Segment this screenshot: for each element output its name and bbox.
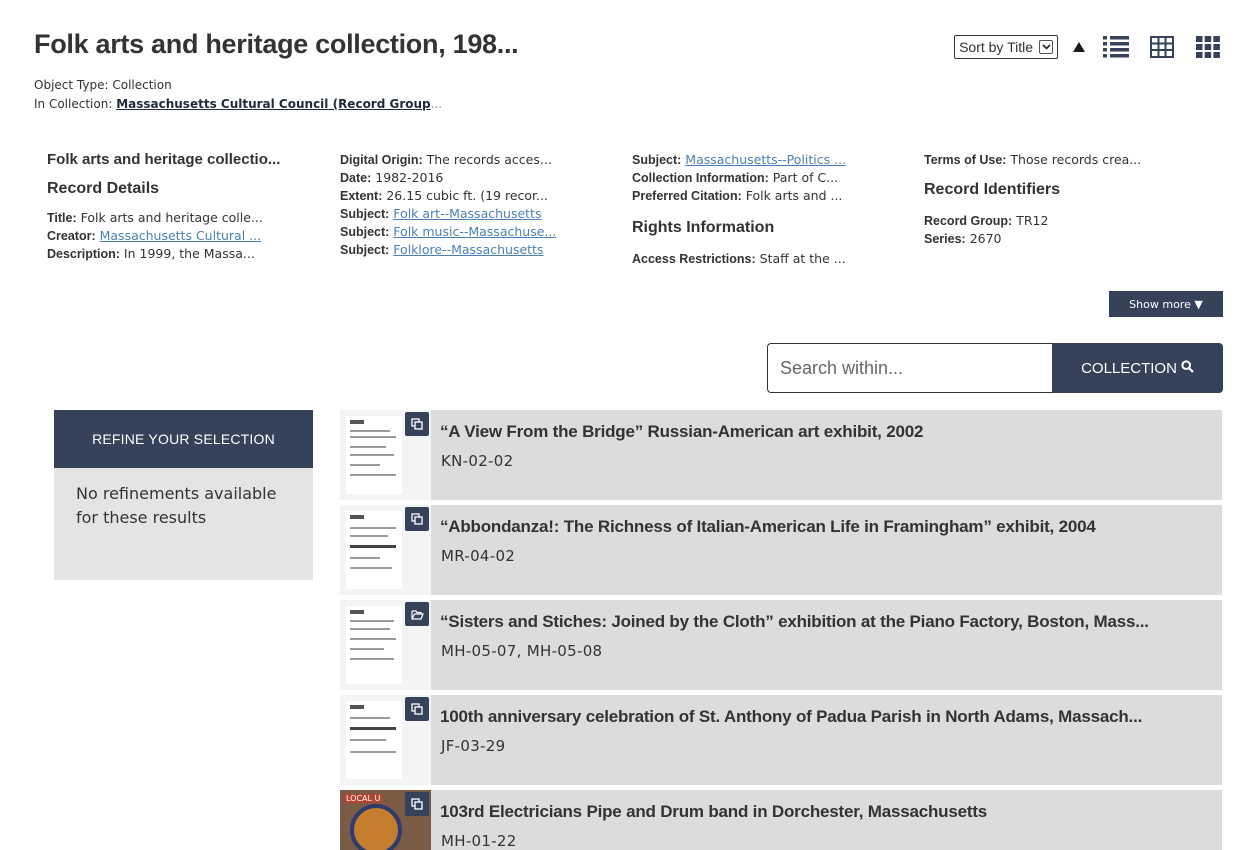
results-list: “A View From the Bridge” Russian-America… xyxy=(340,410,1222,850)
refine-panel: REFINE YOUR SELECTION No refinements ava… xyxy=(54,410,313,580)
detail-extent: Extent: 26.15 cubic ft. (19 recor... xyxy=(340,188,548,203)
document-thumbnail-image xyxy=(346,701,402,779)
result-thumbnail[interactable]: LOCAL U xyxy=(340,790,431,850)
chevron-down-icon xyxy=(1039,40,1053,54)
record-details-heading: Record Details xyxy=(47,180,160,197)
list-view-icon[interactable] xyxy=(1100,34,1132,60)
record-short-title: Folk arts and heritage collectio... xyxy=(47,151,281,168)
subject-link[interactable]: Folk music--Massachuse... xyxy=(393,224,556,239)
copy-icon xyxy=(405,697,429,721)
document-thumbnail-image xyxy=(346,416,402,494)
search-collection-button[interactable]: COLLECTION xyxy=(1052,343,1223,393)
detail-terms-of-use: Terms of Use: Those records crea... xyxy=(924,152,1142,167)
in-collection-label: In Collection: xyxy=(34,97,113,111)
creator-link[interactable]: Massachusetts Cultural ... xyxy=(100,228,261,243)
show-more-button[interactable]: Show more ▼ xyxy=(1109,291,1223,317)
refine-heading: REFINE YOUR SELECTION xyxy=(54,410,313,468)
details-col-4: Terms of Use: Those records crea... Reco… xyxy=(924,151,1192,248)
sort-ascending-icon[interactable] xyxy=(1072,38,1086,57)
result-identifier: MH-01-22 xyxy=(441,832,517,850)
in-collection-link[interactable]: Massachusetts Cultural Council (Record G… xyxy=(116,97,430,111)
results-toolbar: Sort by Title xyxy=(954,34,1224,60)
result-item[interactable]: “Sisters and Stiches: Joined by the Clot… xyxy=(340,600,1222,690)
record-details: Folk arts and heritage collectio... Reco… xyxy=(47,151,1227,311)
page-title: Folk arts and heritage collection, 198..… xyxy=(34,29,519,59)
detail-description: Description: In 1999, the Massa... xyxy=(47,246,255,261)
result-title[interactable]: “A View From the Bridge” Russian-America… xyxy=(440,422,1220,442)
result-thumbnail[interactable] xyxy=(340,505,431,595)
details-col-1: Folk arts and heritage collectio... Reco… xyxy=(47,151,315,263)
detail-subject: Subject: Folk music--Massachuse... xyxy=(340,224,557,239)
rights-information-heading: Rights Information xyxy=(632,219,775,236)
detail-subject: Subject: Folk art--Massachusetts xyxy=(340,206,542,221)
copy-icon xyxy=(405,412,429,436)
result-item[interactable]: “A View From the Bridge” Russian-America… xyxy=(340,410,1222,500)
result-title[interactable]: “Abbondanza!: The Richness of Italian-Am… xyxy=(440,517,1220,537)
detail-series: Series: 2670 xyxy=(924,231,1002,246)
sort-select[interactable]: Sort by Title xyxy=(954,35,1058,59)
photo-thumbnail-image xyxy=(350,804,402,850)
folder-open-icon xyxy=(405,602,429,626)
object-type: Object Type: Collection xyxy=(34,78,172,92)
detail-subject: Subject: Folklore--Massachusetts xyxy=(340,242,544,257)
in-collection-ellipsis: ... xyxy=(430,97,443,111)
object-type-value: Collection xyxy=(112,78,172,92)
subject-link[interactable]: Folklore--Massachusetts xyxy=(393,242,543,257)
result-thumbnail[interactable] xyxy=(340,695,431,785)
detail-access-restrictions: Access Restrictions: Staff at the ... xyxy=(632,251,846,266)
search-icon xyxy=(1181,359,1194,377)
detail-subject: Subject: Massachusetts--Politics ... xyxy=(632,152,847,167)
copy-icon xyxy=(405,792,429,816)
details-col-3: Subject: Massachusetts--Politics ... Col… xyxy=(632,151,900,268)
grid-view-icon[interactable] xyxy=(1192,34,1224,60)
record-identifiers-heading: Record Identifiers xyxy=(924,181,1061,198)
detail-record-group: Record Group: TR12 xyxy=(924,213,1049,228)
detail-title: Title: Folk arts and heritage colle... xyxy=(47,210,263,225)
detail-digital-origin: Digital Origin: The records acces... xyxy=(340,152,552,167)
result-item[interactable]: LOCAL U 103rd Electricians Pipe and Drum… xyxy=(340,790,1222,850)
result-title[interactable]: 100th anniversary celebration of St. Ant… xyxy=(440,707,1220,727)
table-view-icon[interactable] xyxy=(1146,34,1178,60)
sort-select-value: Sort by Title xyxy=(959,39,1033,55)
result-title[interactable]: “Sisters and Stiches: Joined by the Clot… xyxy=(440,612,1220,632)
photo-sign-text: LOCAL U xyxy=(344,794,383,803)
refine-empty-message: No refinements available for these resul… xyxy=(54,468,313,580)
object-type-label: Object Type: xyxy=(34,78,109,92)
in-collection: In Collection: Massachusetts Cultural Co… xyxy=(34,97,442,111)
detail-creator: Creator: Massachusetts Cultural ... xyxy=(47,228,262,243)
detail-collection-information: Collection Information: Part of C... xyxy=(632,170,839,185)
result-thumbnail[interactable] xyxy=(340,410,431,500)
document-thumbnail-image xyxy=(346,511,402,589)
result-identifier: MH-05-07, MH-05-08 xyxy=(441,642,603,660)
copy-icon xyxy=(405,507,429,531)
result-thumbnail[interactable] xyxy=(340,600,431,690)
result-identifier: MR-04-02 xyxy=(441,547,516,565)
result-title[interactable]: 103rd Electricians Pipe and Drum band in… xyxy=(440,802,1220,822)
detail-preferred-citation: Preferred Citation: Folk arts and ... xyxy=(632,188,843,203)
result-item[interactable]: “Abbondanza!: The Richness of Italian-Am… xyxy=(340,505,1222,595)
document-thumbnail-image xyxy=(346,606,402,684)
search-button-label: COLLECTION xyxy=(1081,359,1177,377)
result-identifier: JF-03-29 xyxy=(441,737,506,755)
subject-link[interactable]: Folk art--Massachusetts xyxy=(393,206,541,221)
search-input[interactable]: Search within... xyxy=(767,343,1053,393)
subject-link[interactable]: Massachusetts--Politics ... xyxy=(685,152,846,167)
details-col-2: Digital Origin: The records acces... Dat… xyxy=(340,151,608,259)
result-identifier: KN-02-02 xyxy=(441,452,514,470)
result-item[interactable]: 100th anniversary celebration of St. Ant… xyxy=(340,695,1222,785)
detail-date: Date: 1982-2016 xyxy=(340,170,444,185)
